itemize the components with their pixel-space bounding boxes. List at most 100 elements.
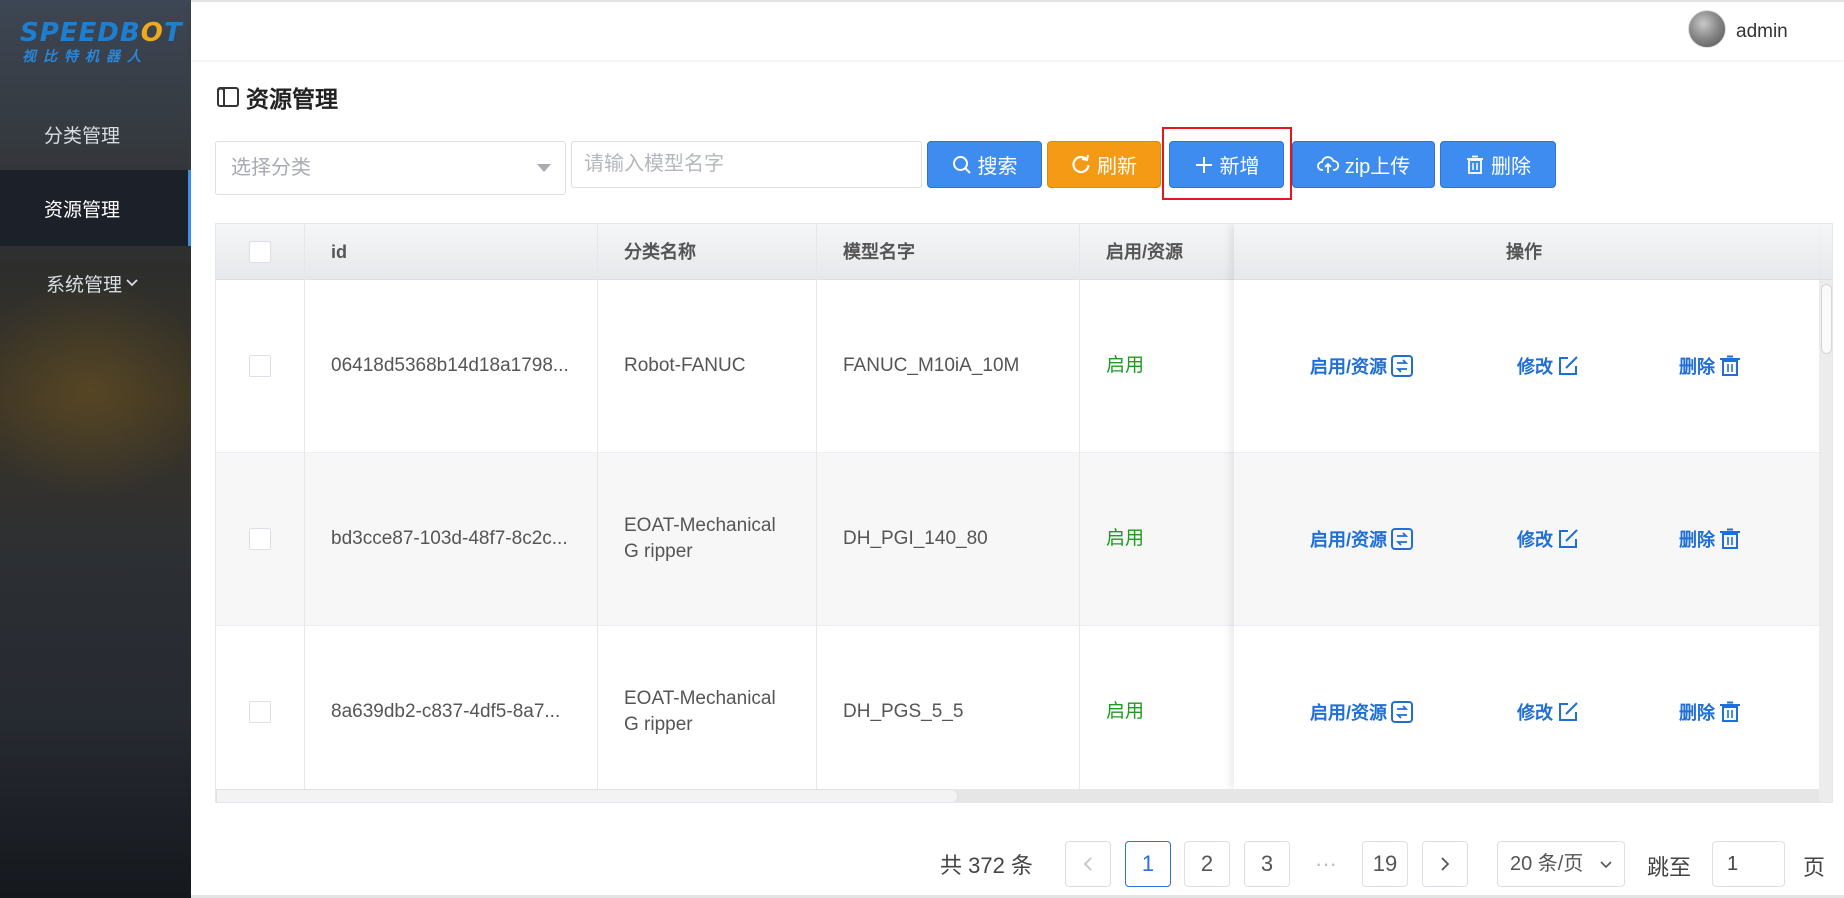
map-icon <box>217 87 239 107</box>
refresh-button-label: 刷新 <box>1097 156 1137 178</box>
top-bar <box>191 0 1844 60</box>
page-button-3[interactable]: 3 <box>1244 841 1290 887</box>
trash-icon <box>1720 701 1740 722</box>
column-divider <box>597 224 598 789</box>
edit-icon <box>1559 702 1578 721</box>
prev-page-button[interactable] <box>1065 841 1111 887</box>
next-page-button[interactable] <box>1422 841 1468 887</box>
page-size-value: 20 条/页 <box>1510 853 1584 875</box>
caret-down-icon <box>537 164 551 172</box>
cell-category: Robot-FANUC <box>624 355 746 376</box>
row-checkbox[interactable] <box>249 355 271 377</box>
logo-text: SPEEDBOT <box>20 18 183 48</box>
cell-model: DH_PGS_5_5 <box>843 701 964 722</box>
sidebar-item-system[interactable]: 系统管理 <box>0 245 191 321</box>
column-header-status: 启用/资源 <box>1106 242 1184 262</box>
toggle-resource-label: 启用/资源 <box>1310 357 1388 377</box>
page-suffix-label: 页 <box>1803 855 1826 880</box>
row-delete-label: 删除 <box>1679 357 1715 377</box>
row-checkbox[interactable] <box>249 701 271 723</box>
cell-status: 启用 <box>1106 355 1145 376</box>
row-delete-label: 删除 <box>1679 703 1715 723</box>
column-divider <box>304 224 305 789</box>
add-button-label: 新增 <box>1219 156 1260 178</box>
row-checkbox[interactable] <box>249 528 271 550</box>
page-button-19[interactable]: 19 <box>1362 841 1408 887</box>
page-title-text: 资源管理 <box>246 86 338 112</box>
column-header-actions: 操作 <box>1506 242 1542 262</box>
page-button-2[interactable]: 2 <box>1184 841 1230 887</box>
add-button[interactable]: 新增 <box>1169 141 1284 188</box>
refresh-button[interactable]: 刷新 <box>1047 141 1161 188</box>
column-header-category: 分类名称 <box>624 242 696 262</box>
toggle-resource-link[interactable]: 启用/资源 <box>1310 699 1414 725</box>
search-icon <box>952 155 971 174</box>
toggle-resource-label: 启用/资源 <box>1310 530 1388 550</box>
trash-icon <box>1720 528 1740 549</box>
cell-id: 06418d5368b14d18a1798... <box>331 355 569 376</box>
plus-icon <box>1195 156 1212 173</box>
sidebar: SPEEDBOT 视比特机器人 分类管理 资源管理 系统管理 <box>0 0 191 898</box>
edit-label: 修改 <box>1517 530 1553 550</box>
toggle-resource-link[interactable]: 启用/资源 <box>1310 353 1414 379</box>
column-header-id: id <box>331 242 347 262</box>
page-button-1[interactable]: 1 <box>1125 841 1171 887</box>
column-divider <box>1079 224 1080 789</box>
model-name-input[interactable] <box>571 141 922 188</box>
column-divider <box>816 224 817 789</box>
category-select[interactable]: 选择分类 <box>215 141 566 195</box>
toggle-resource-link[interactable]: 启用/资源 <box>1310 526 1414 552</box>
horizontal-scrollbar-thumb[interactable] <box>216 789 958 802</box>
sidebar-item-resource[interactable]: 资源管理 <box>0 170 191 246</box>
logo-subtext: 视比特机器人 <box>22 49 148 65</box>
swap-icon <box>1391 355 1414 377</box>
edit-link[interactable]: 修改 <box>1517 526 1579 552</box>
chevron-down-icon <box>1600 861 1612 869</box>
delete-button[interactable]: 删除 <box>1440 141 1556 188</box>
page-title: 资源管理 <box>216 80 338 114</box>
table-row: 8a639db2-c837-4df5-8a7... EOAT-Mechanica… <box>216 626 1832 799</box>
select-all-checkbox[interactable] <box>249 241 271 263</box>
page-size-select[interactable]: 20 条/页 <box>1497 841 1625 887</box>
edit-link[interactable]: 修改 <box>1517 699 1579 725</box>
swap-icon <box>1391 701 1414 723</box>
username[interactable]: admin <box>1736 21 1788 43</box>
avatar[interactable] <box>1688 10 1726 48</box>
swap-icon <box>1391 528 1414 550</box>
chevron-down-icon <box>126 275 138 291</box>
pagination-total: 共 372 条 <box>940 853 1033 878</box>
vertical-scrollbar[interactable] <box>1819 280 1832 802</box>
refresh-icon <box>1072 154 1090 173</box>
resource-table: id 分类名称 模型名字 启用/资源 操作 06418d5368b14d18a1… <box>215 223 1833 803</box>
delete-button-label: 删除 <box>1491 156 1531 178</box>
cell-model: FANUC_M10iA_10M <box>843 355 1020 376</box>
cell-status: 启用 <box>1106 701 1145 722</box>
jump-label: 跳至 <box>1647 855 1692 880</box>
table-row: bd3cce87-103d-48f7-8c2c... EOAT-Mechanic… <box>216 453 1832 626</box>
trash-icon <box>1720 355 1740 376</box>
edit-icon <box>1559 529 1578 548</box>
chevron-left-icon <box>1083 857 1092 871</box>
cell-id: 8a639db2-c837-4df5-8a7... <box>331 701 561 722</box>
edit-label: 修改 <box>1517 703 1553 723</box>
toggle-resource-label: 启用/资源 <box>1310 703 1388 723</box>
sidebar-item-category[interactable]: 分类管理 <box>0 96 191 172</box>
page-ellipsis[interactable]: ··· <box>1303 841 1349 887</box>
vertical-scrollbar-thumb[interactable] <box>1821 284 1832 354</box>
zip-upload-button[interactable]: zip上传 <box>1292 141 1435 188</box>
zip-upload-button-label: zip上传 <box>1344 156 1411 178</box>
cell-status: 启用 <box>1106 528 1145 549</box>
cell-id: bd3cce87-103d-48f7-8c2c... <box>331 528 568 549</box>
sidebar-item-label: 资源管理 <box>44 199 121 221</box>
cell-model: DH_PGI_140_80 <box>843 528 988 549</box>
table-header: id 分类名称 模型名字 启用/资源 操作 <box>216 224 1832 280</box>
edit-link[interactable]: 修改 <box>1517 353 1579 379</box>
table-row: 06418d5368b14d18a1798... Robot-FANUC FAN… <box>216 280 1832 453</box>
jump-page-input[interactable]: 1 <box>1712 841 1785 887</box>
row-delete-link[interactable]: 删除 <box>1679 699 1741 725</box>
row-delete-link[interactable]: 删除 <box>1679 526 1741 552</box>
category-select-placeholder: 选择分类 <box>231 157 311 179</box>
row-delete-label: 删除 <box>1679 530 1715 550</box>
row-delete-link[interactable]: 删除 <box>1679 353 1741 379</box>
search-button[interactable]: 搜索 <box>927 141 1042 188</box>
